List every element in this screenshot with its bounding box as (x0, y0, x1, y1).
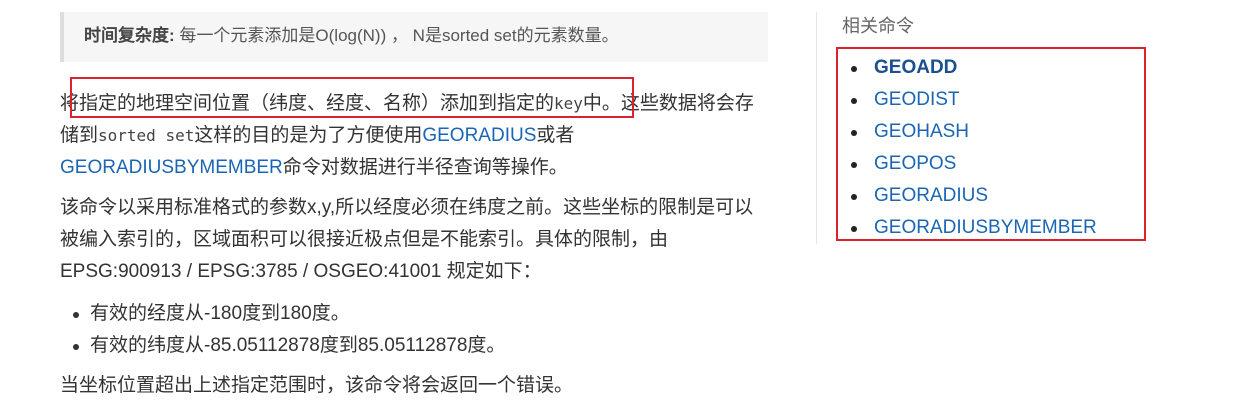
list-item: 有效的纬度从-85.05112878度到85.05112878度。 (60, 330, 505, 362)
sidebar-link-geodist[interactable]: GEODIST (874, 89, 960, 110)
list-item: 有效的经度从-180度到180度。 (60, 298, 505, 330)
limits-paragraph: 该命令以采用标准格式的参数x,y,所以经度必须在纬度之前。这些坐标的限制是可以被… (60, 197, 754, 282)
sidebar-item-geohash: GEOHASH (846, 116, 1097, 148)
link-georadius[interactable]: GEORADIUS (422, 125, 536, 146)
link-georadiusbymember[interactable]: GEORADIUSBYMEMBER (60, 157, 283, 178)
description-text: 命令对数据进行半径查询等操作。 (282, 157, 568, 178)
sidebar-item-geodist: GEODIST (846, 84, 1097, 116)
related-commands-list: GEOADD GEODIST GEOHASH GEOPOS GEORADIUS … (846, 52, 1097, 244)
sidebar-link-georadius[interactable]: GEORADIUS (874, 185, 988, 206)
complexity-note: 时间复杂度: 每一个元素添加是O(log(N)) ， N是sorted set的… (60, 12, 768, 62)
sidebar-item-georadiusbymember: GEORADIUSBYMEMBER (846, 212, 1097, 244)
sidebar-link-geopos[interactable]: GEOPOS (874, 153, 956, 174)
complexity-text: 每一个元素添加是O(log(N)) ， N是sorted set的元素数量。 (179, 26, 619, 45)
inline-code-sorted-set: sorted set (98, 126, 195, 145)
sidebar-link-geohash[interactable]: GEOHASH (874, 121, 969, 142)
sidebar-link-geoadd[interactable]: GEOADD (874, 57, 957, 78)
main-content: 时间复杂度: 每一个元素添加是O(log(N)) ， N是sorted set的… (0, 0, 780, 404)
sidebar-item-geopos: GEOPOS (846, 148, 1097, 180)
sidebar-item-geoadd: GEOADD (846, 52, 1097, 84)
error-paragraph: 当坐标位置超出上述指定范围时，该命令将会返回一个错误。 (60, 375, 574, 396)
description-text: 或者 (536, 125, 575, 146)
limits-list: 有效的经度从-180度到180度。 有效的纬度从-85.05112878度到85… (60, 298, 505, 362)
complexity-label: 时间复杂度: (84, 26, 175, 45)
sidebar-heading: 相关命令 (842, 16, 914, 36)
highlight-box (70, 77, 634, 118)
sidebar-link-georadiusbymember[interactable]: GEORADIUSBYMEMBER (874, 217, 1097, 238)
sidebar-item-georadius: GEORADIUS (846, 180, 1097, 212)
sidebar-divider (816, 12, 817, 244)
description-text: 这样的目的是为了方便使用 (194, 125, 423, 146)
